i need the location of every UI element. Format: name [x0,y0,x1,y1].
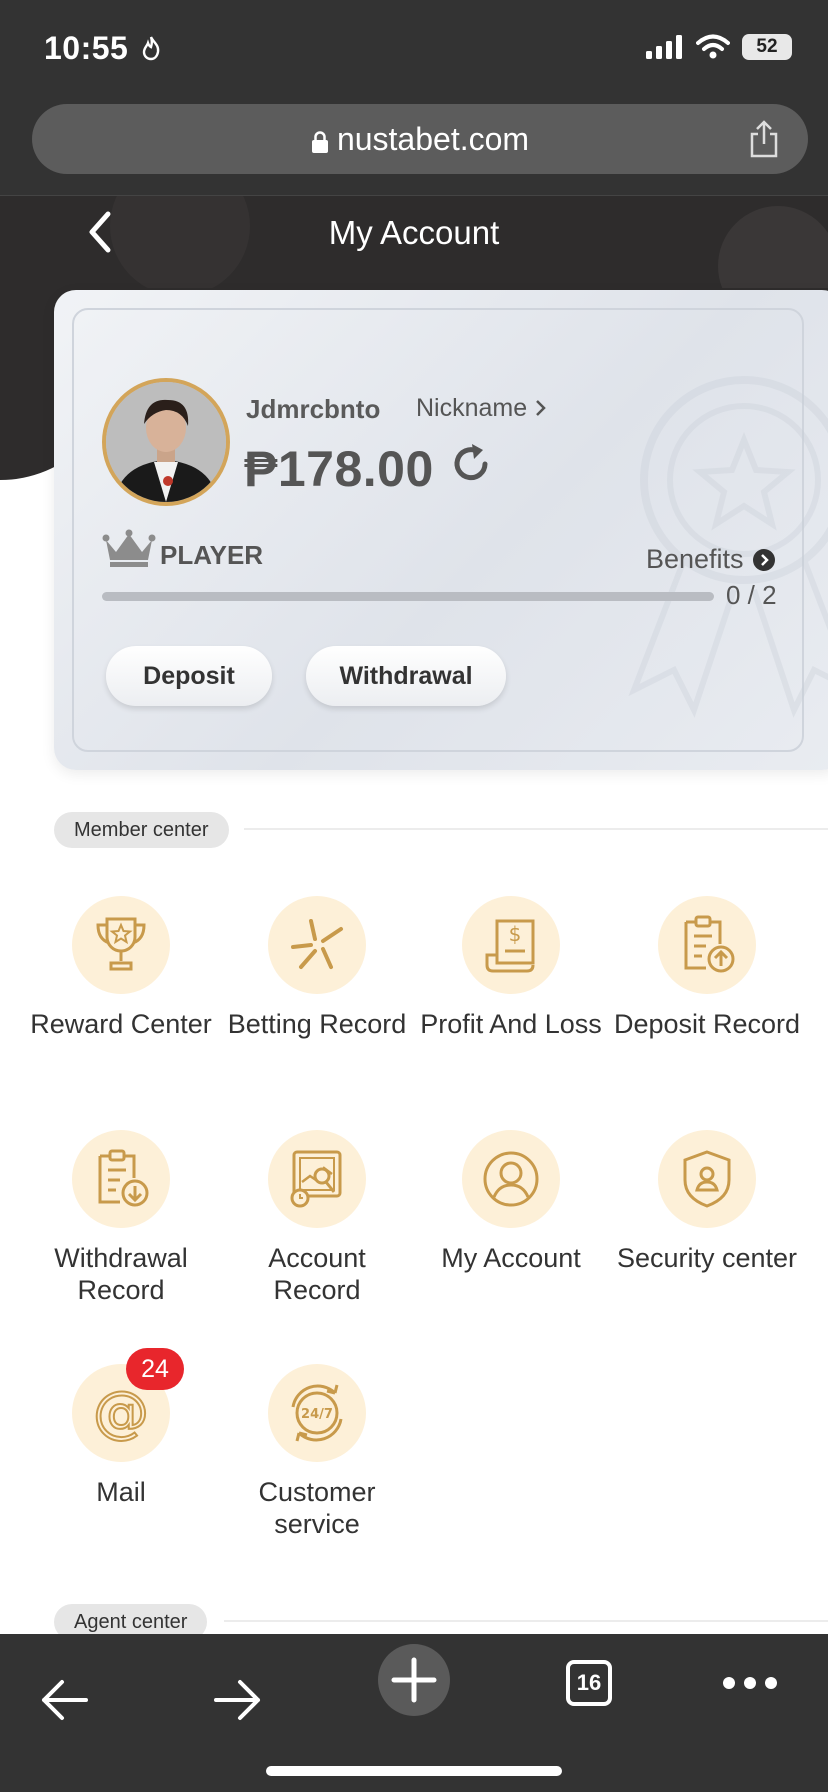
menu-label: Deposit Record [613,1009,801,1039]
menu-label: Betting Record [227,1009,407,1039]
menu-reward-center[interactable]: Reward Center [26,896,216,1040]
svg-text:24/7: 24/7 [301,1407,333,1422]
menu-label: Security center [616,1243,798,1273]
account-card: Jdmrcbnto Nickname ₱178.00 PLAYER Benefi… [54,290,828,770]
status-bar: 10:55 52 [0,0,828,96]
tabs-button[interactable]: 16 [566,1660,612,1706]
unread-badge: 24 [126,1348,184,1390]
menu-label: Account Record [268,1243,366,1305]
shield-icon [683,1150,731,1208]
betting-record-icon [291,919,343,969]
browser-toolbar: nustabet.com [0,96,828,196]
withdrawal-button[interactable]: Withdrawal [306,646,506,706]
avatar[interactable] [102,378,230,506]
clock: 10:55 [44,30,162,67]
member-center-heading: Member center [54,812,229,848]
menu-deposit-record[interactable]: Deposit Record [612,896,802,1040]
benefits-link[interactable]: Benefits [646,544,776,575]
mail-icon: @ [92,1383,150,1443]
menu-label: Reward Center [30,1009,212,1039]
balance-amount: ₱178.00 [244,441,434,497]
plus-icon [391,1657,437,1703]
crown-icon [102,529,156,567]
profit-loss-icon: $ [485,919,535,973]
level-progress-bar [102,592,714,601]
account-record-icon [290,1150,342,1208]
flame-icon [142,36,160,61]
new-tab-button[interactable] [378,1644,450,1716]
url-text: nustabet.com [336,121,530,157]
vip-level: PLAYER [160,540,264,570]
withdrawal-record-icon [98,1149,149,1207]
more-icon[interactable] [722,1676,778,1690]
username: Jdmrcbnto [246,394,381,424]
wifi-icon [696,34,730,59]
menu-security-center[interactable]: Security center [612,1130,802,1274]
deposit-record-icon [684,915,735,973]
deposit-button[interactable]: Deposit [106,646,272,706]
nickname-link[interactable]: Nickname [416,394,548,423]
menu-betting-record[interactable]: Betting Record [222,896,412,1040]
back-icon[interactable] [38,1678,90,1722]
menu-mail[interactable]: @ 24 Mail [26,1348,216,1508]
lock-icon [311,130,328,153]
forward-icon[interactable] [212,1678,264,1722]
menu-label: Mail [96,1477,146,1507]
chevron-right-icon [536,400,546,416]
menu-label: My Account [441,1243,581,1273]
menu-profit-and-loss[interactable]: $ Profit And Loss [416,896,606,1040]
home-indicator [266,1766,562,1776]
page-header: My Account [0,196,828,288]
progress-text: 0 / 2 [726,580,777,610]
svg-text:$: $ [509,922,522,946]
arrow-circle-right-icon [752,548,775,571]
menu-label: Customer service [258,1477,376,1539]
share-icon[interactable] [748,120,780,158]
page-title: My Account [328,214,500,251]
menu-account-record[interactable]: Account Record [222,1130,412,1306]
customer-service-icon: 24/7 [291,1384,343,1442]
menu-customer-service[interactable]: 24/7 Customer service [222,1364,412,1540]
menu-label: Withdrawal Record [54,1243,188,1305]
user-icon [483,1151,539,1207]
battery-indicator: 52 [742,34,792,60]
address-bar[interactable]: nustabet.com [32,104,808,174]
menu-label: Profit And Loss [420,1009,602,1039]
svg-text:@: @ [93,1383,149,1443]
signal-icon [646,35,682,59]
refresh-icon[interactable] [452,442,492,486]
menu-withdrawal-record[interactable]: Withdrawal Record [26,1130,216,1306]
menu-my-account[interactable]: My Account [416,1130,606,1274]
trophy-icon [96,917,146,971]
